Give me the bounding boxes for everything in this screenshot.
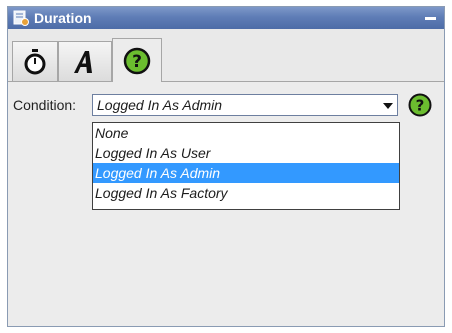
stopwatch-icon — [24, 48, 46, 74]
condition-select[interactable]: Logged In As Admin — [92, 94, 398, 116]
svg-text:?: ? — [416, 97, 425, 115]
option-logged-in-as-admin[interactable]: Logged In As Admin — [93, 163, 399, 183]
option-logged-in-as-user[interactable]: Logged In As User — [93, 143, 399, 163]
minimize-button[interactable] — [425, 17, 436, 20]
tab-timing[interactable] — [12, 41, 58, 81]
chevron-down-icon[interactable] — [379, 95, 397, 115]
panel-titlebar: Duration — [8, 7, 444, 29]
script-a-icon — [74, 50, 92, 73]
panel-settings-icon — [13, 10, 29, 26]
option-none[interactable]: None — [93, 123, 399, 143]
condition-dropdown-list: None Logged In As User Logged In As Admi… — [92, 122, 400, 210]
option-logged-in-as-factory[interactable]: Logged In As Factory — [93, 183, 399, 203]
help-icon: ? — [123, 47, 151, 74]
condition-label: Condition: — [13, 97, 77, 113]
tab-text[interactable] — [58, 41, 112, 81]
condition-selected-value: Logged In As Admin — [97, 97, 223, 113]
svg-text:?: ? — [132, 52, 142, 72]
panel-title: Duration — [34, 10, 92, 26]
tab-help[interactable]: ? — [112, 38, 162, 82]
tab-strip: ? — [8, 29, 444, 82]
condition-help-icon[interactable]: ? — [408, 93, 432, 117]
